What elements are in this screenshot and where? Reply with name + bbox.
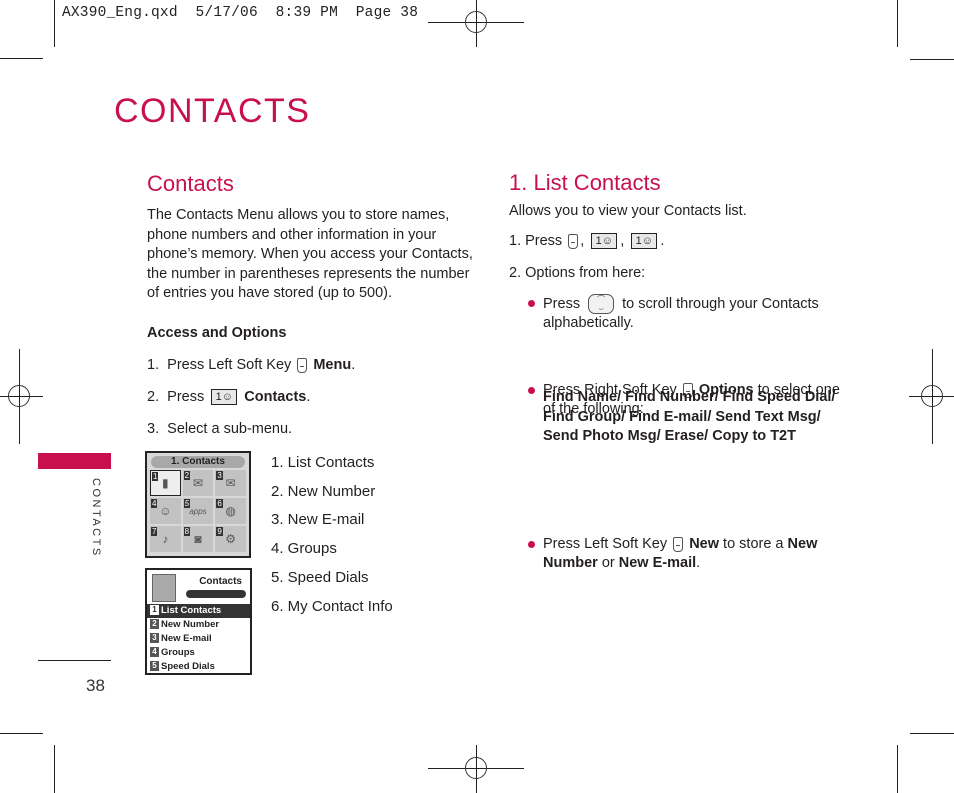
right-step-2: 2. Options from here: [509,265,646,281]
bullet-new: Press Left Soft Key New to store a New N… [509,535,843,574]
contacts-1-key-icon: 1☺ [591,233,618,250]
bullet-scroll: Press ⌒ ⌣ to scroll through your Contacts… [509,294,843,334]
menu-item: 5 Speed Dials [147,660,250,674]
step-1: 1. Press Left Soft Key Menu. [147,357,356,373]
submenu-item: 1. List Contacts [271,454,375,471]
section-heading-contacts: Contacts [147,171,234,196]
submenu-list: 1. List Contacts 2. New Number 3. New E-… [271,449,393,621]
screen-title-bar: 1. Contacts [151,456,245,468]
email-icon: 3 ✉ [215,470,246,496]
submenu-item: 2. New Number [271,482,376,500]
crop-mark [897,745,898,793]
crop-mark [0,58,43,59]
options-list: Find Name/ Find Number/ Find Speed Dial/… [543,389,836,444]
crop-mark [910,59,954,60]
access-options-heading: Access and Options [147,325,287,341]
submenu-item: 5. Speed Dials [271,568,369,586]
left-soft-key-icon [297,357,308,373]
crop-mark [54,0,55,47]
phone-screen-main-menu: 1. Contacts 1 ▮ 2 ✉ 3 ✉ 4 ☺ 5 apps 6 ◍ 7 ♪ 8 ◙ 9… [145,451,251,558]
menu-item: 1 List Contacts [147,604,250,618]
menu-item: 2 New Number [147,618,250,632]
settings-gears-icon: 9 ⚙ [215,526,246,552]
contacts-book-icon [152,574,176,602]
page-title: CONTACTS [114,92,311,130]
list-contacts-intro: Allows you to view your Contacts list. [509,203,747,219]
right-step-1: 1. Press , 1☺, 1☺. [509,233,665,250]
crop-mark [910,733,954,734]
crop-mark [54,745,55,793]
contacts-intro: The Contacts Menu allows you to store na… [147,207,473,301]
menu-item: 3 New E-mail [147,632,250,646]
camera-icon: 8 ◙ [182,526,214,552]
navigation-key-icon: ⌒ ⌣ [588,294,615,314]
left-soft-key-icon [673,536,684,552]
web-globe-icon: 6 ◍ [215,498,246,524]
crop-mark [897,0,898,47]
step-2: 2. Press 1☺ Contacts. [147,389,311,406]
phone-screen-contacts-menu: Contacts 1 List Contacts 2 New Number 3 New… [145,568,252,675]
menu-item: 4 Groups [147,646,250,660]
submenu-item: 4. Groups [271,540,337,558]
contacts-book-icon: 1 ▮ [150,470,181,496]
apps-icon: 5 apps [182,498,214,524]
footer-rule [38,660,111,661]
section-tab-bar [38,453,111,469]
scroll-indicator [186,590,246,598]
step-3: 3. Select a sub-menu. [147,421,293,437]
crop-mark [0,733,43,734]
section-tab-label: CONTACTS [90,478,102,558]
messages-icon: 2 ✉ [182,470,214,496]
section-heading-list-contacts: 1. List Contacts [509,170,661,195]
submenu-item: 3. New E-mail [271,511,365,529]
screen-title: Contacts [199,576,242,587]
print-slug: AX390_Eng.qxd 5/17/06 8:39 PM Page 38 [62,5,419,21]
music-icon: 7 ♪ [150,526,181,552]
left-soft-key-icon [568,233,579,249]
contacts-1-key-icon: 1☺ [211,389,238,406]
contacts-1-key-icon: 1☺ [631,233,658,250]
submenu-item: 6. My Contact Info [271,597,393,615]
smiley-icon: 4 ☺ [150,498,181,524]
page-number: 38 [86,676,105,695]
